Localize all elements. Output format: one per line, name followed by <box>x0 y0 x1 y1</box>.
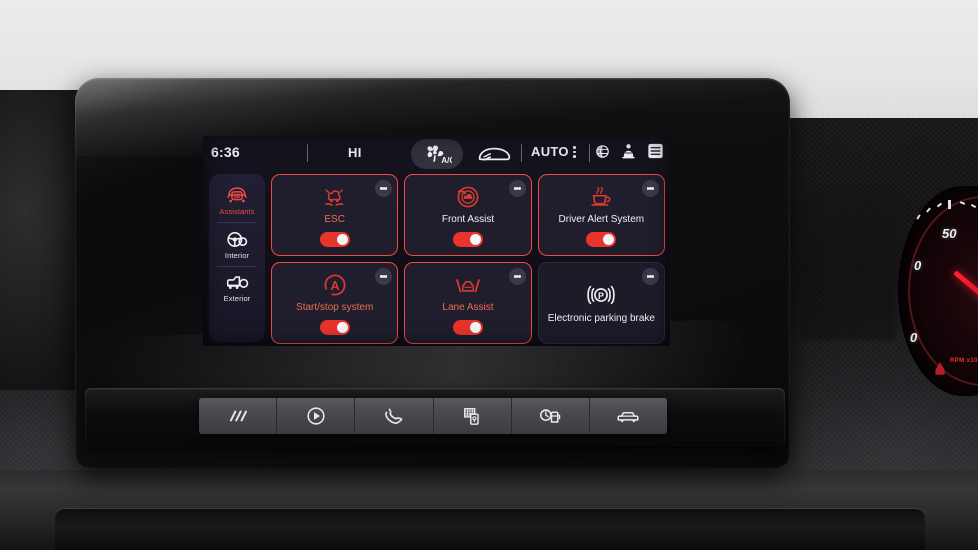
parking-brake-icon: P <box>586 282 616 308</box>
category-sidebar: Assistants Interior Exterior <box>209 174 265 342</box>
media-play-icon <box>307 407 325 425</box>
navigation-map-icon <box>464 408 479 425</box>
assistants-card-grid: ESC Front Assist Driver Alert System A S… <box>271 174 665 344</box>
cluster-major-tick <box>948 200 951 209</box>
card-esc[interactable]: ESC <box>271 174 399 256</box>
lane-assist-toggle[interactable] <box>452 320 483 335</box>
car-data-button[interactable] <box>511 398 590 434</box>
fan-icon: A/C <box>427 145 452 165</box>
card-start-stop-system[interactable]: A Start/stop system <box>271 262 399 344</box>
esc-toggle[interactable] <box>319 232 350 247</box>
cluster-tick-label: 0 <box>910 330 918 345</box>
lane-assist-icon <box>453 272 483 298</box>
cluster-tick-label: 50 <box>942 226 957 241</box>
svg-text:A: A <box>330 279 339 293</box>
console-seam <box>55 508 925 550</box>
status-divider <box>307 144 308 162</box>
rear-window-defrost-icon <box>478 147 511 161</box>
temperature-value: HI <box>348 145 362 160</box>
clock: 6:36 <box>211 144 240 160</box>
driver-alert-toggle[interactable] <box>586 232 617 247</box>
card-menu-icon[interactable] <box>508 268 526 285</box>
card-menu-icon[interactable] <box>375 268 393 285</box>
vehicle-button[interactable] <box>589 398 667 434</box>
navigation-button[interactable] <box>433 398 512 434</box>
hardware-button-bar <box>199 398 667 434</box>
esc-skid-icon <box>323 184 346 210</box>
card-electronic-parking-brake[interactable]: P Electronic parking brake <box>537 262 665 344</box>
dashboard-scene: 50 0 0 RPM x100 <box>0 0 978 550</box>
card-label: Electronic parking brake <box>547 312 655 324</box>
sidebar-item-exterior[interactable]: Exterior <box>209 267 265 310</box>
vehicle-data-icon <box>540 408 561 423</box>
card-front-assist[interactable]: Front Assist <box>404 174 532 256</box>
start-stop-toggle[interactable] <box>319 320 350 335</box>
status-divider <box>521 144 522 162</box>
card-label: Driver Alert System <box>558 214 645 225</box>
infotainment-screen[interactable]: 6:36 HI A/C <box>203 136 670 346</box>
globe-icon[interactable] <box>595 144 610 159</box>
card-label: Front Assist <box>441 214 495 225</box>
card-lane-assist[interactable]: Lane Assist <box>404 262 532 344</box>
card-driver-alert-system[interactable]: Driver Alert System <box>537 174 665 256</box>
sidebar-item-label: Interior <box>224 250 250 260</box>
card-menu-icon[interactable] <box>642 268 659 285</box>
auto-start-stop-icon: A <box>323 272 347 298</box>
user-profile-icon[interactable] <box>621 143 636 159</box>
sidebar-item-label: Assistants <box>219 207 255 216</box>
card-menu-icon[interactable] <box>508 180 526 197</box>
card-menu-icon[interactable] <box>642 180 659 197</box>
hamburger-menu-icon[interactable] <box>647 143 664 159</box>
auto-climate-button[interactable]: AUTO <box>531 144 569 159</box>
car-exterior-icon <box>226 276 248 290</box>
climate-menu-icon[interactable] <box>573 146 576 158</box>
screen-content: Assistants Interior Exterior ESC Front A… <box>203 172 670 346</box>
status-right-icons <box>595 143 664 159</box>
car-front-icon <box>617 412 639 423</box>
sidebar-item-label: Exterior <box>223 294 251 303</box>
card-menu-icon[interactable] <box>375 180 393 197</box>
menu-slashes-icon <box>229 410 247 422</box>
status-divider <box>589 144 590 162</box>
card-label: Start/stop system <box>296 302 374 313</box>
front-assist-toggle[interactable] <box>452 232 483 247</box>
instrument-cluster: 50 0 0 RPM x100 <box>898 186 978 396</box>
svg-text:P: P <box>598 291 604 301</box>
card-label: Lane Assist <box>442 302 494 313</box>
status-bar: 6:36 HI A/C <box>203 136 670 172</box>
sidebar-item-interior[interactable]: Interior <box>209 223 265 266</box>
cluster-tick-label: 0 <box>914 258 922 273</box>
media-button[interactable] <box>277 398 356 434</box>
ac-button[interactable]: A/C <box>411 139 463 169</box>
card-label: ESC <box>324 214 345 225</box>
front-assist-icon <box>456 184 480 210</box>
menu-button[interactable] <box>199 398 278 434</box>
ac-label: A/C <box>441 156 452 165</box>
cluster-unit-label: RPM x100 <box>950 358 978 364</box>
sidebar-item-assistants[interactable]: Assistants <box>209 179 265 222</box>
coffee-cup-icon <box>589 184 613 210</box>
car-assistant-icon <box>227 187 247 203</box>
phone-icon <box>385 408 403 424</box>
rear-defrost-button[interactable] <box>475 145 513 168</box>
phone-button[interactable] <box>355 398 434 434</box>
steering-wheel-icon <box>227 231 248 247</box>
dashboard-vent <box>800 190 896 340</box>
